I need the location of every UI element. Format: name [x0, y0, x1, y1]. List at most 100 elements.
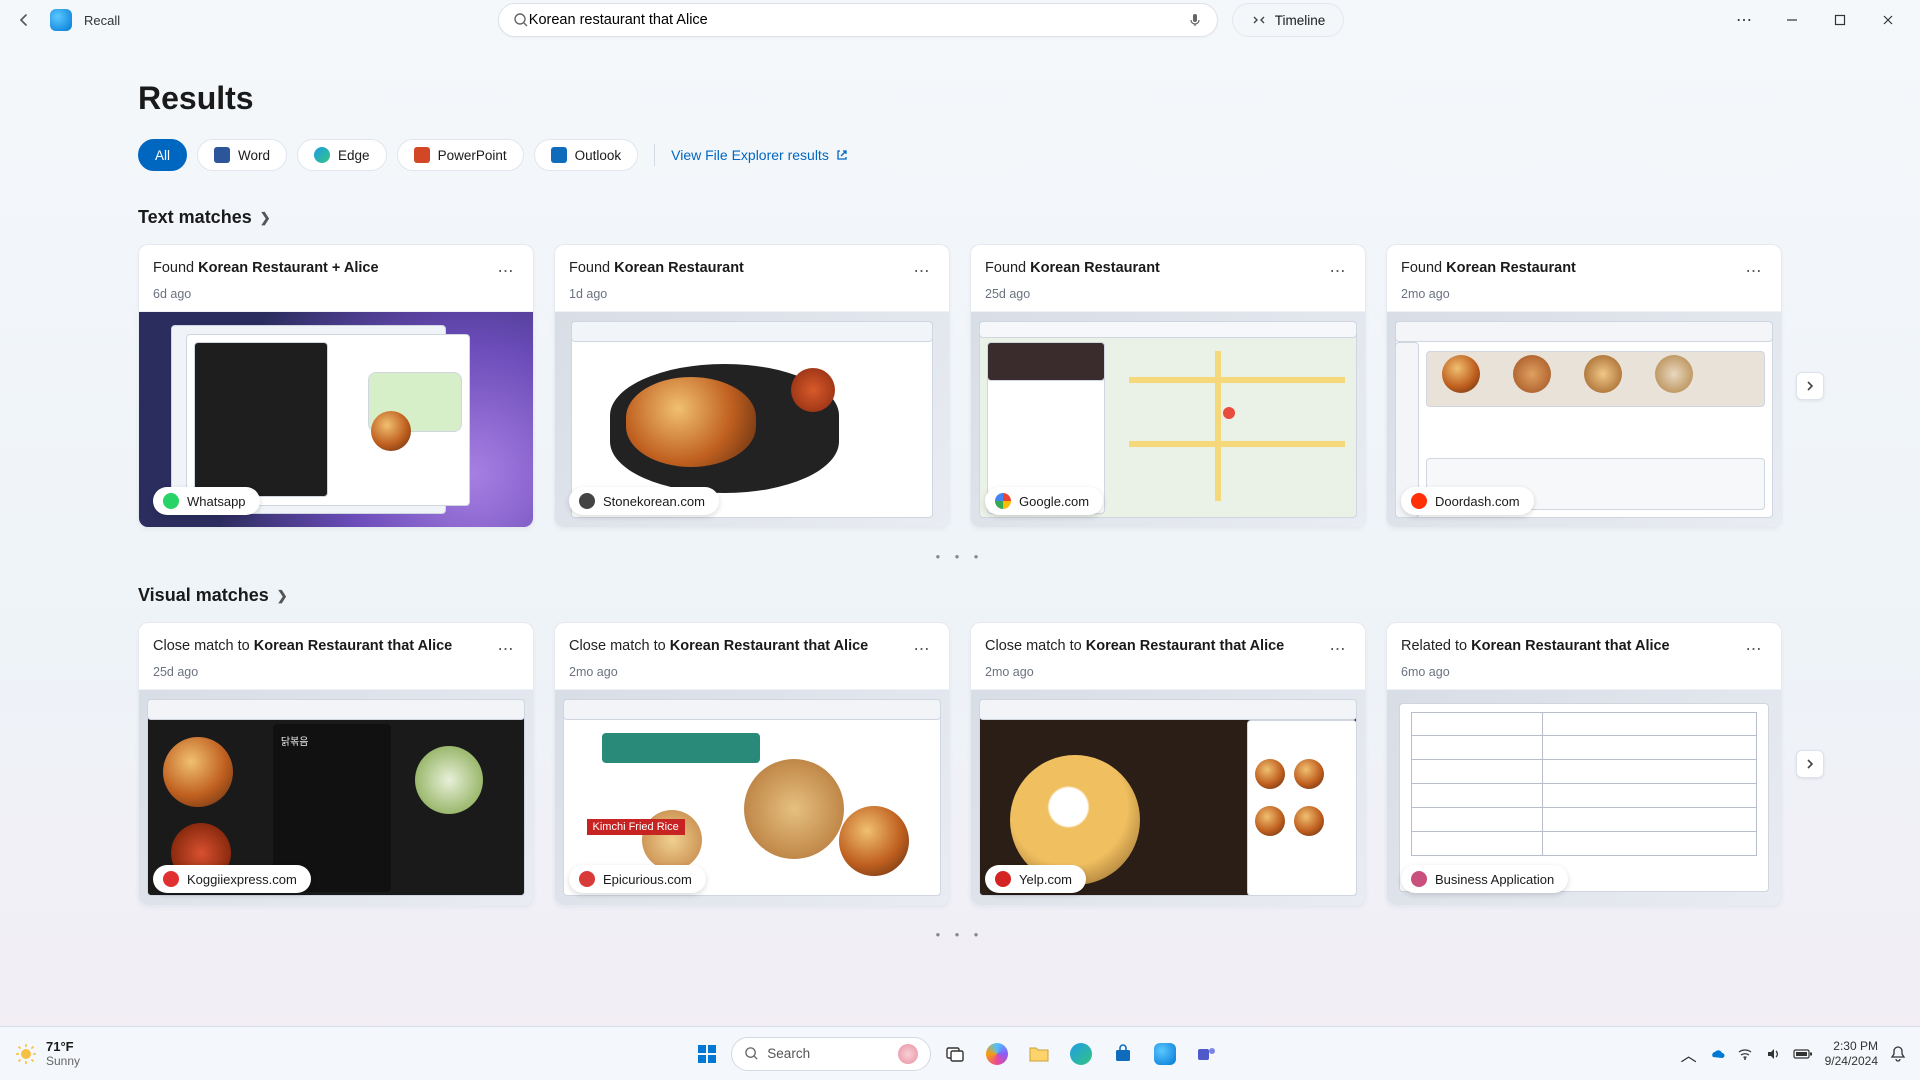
search-icon — [513, 12, 529, 28]
tray-chevron-icon[interactable]: ︿ — [1681, 1042, 1697, 1066]
clock-time: 2:30 PM — [1825, 1039, 1878, 1054]
card-thumbnail: 닭볶음 Koggiiexpress.com — [139, 689, 533, 905]
battery-icon[interactable] — [1793, 1048, 1813, 1060]
text-matches-header[interactable]: Text matches ❯ — [138, 207, 1782, 228]
chevron-right-icon: ❯ — [277, 588, 288, 604]
card-timestamp: 6mo ago — [1401, 665, 1767, 679]
back-button[interactable] — [10, 8, 38, 32]
app-icon — [50, 9, 72, 31]
card-thumbnail: Doordash.com — [1387, 311, 1781, 527]
store-button[interactable] — [1105, 1036, 1141, 1072]
weather-widget[interactable]: 71°F Sunny — [14, 1039, 80, 1068]
outlook-icon — [551, 147, 567, 163]
teams-button[interactable] — [1189, 1036, 1225, 1072]
source-badge: Epicurious.com — [569, 865, 706, 893]
scroll-next-button[interactable] — [1796, 372, 1824, 400]
card-title: Close match to Korean Restaurant that Al… — [985, 637, 1284, 656]
source-badge-label: Whatsapp — [187, 494, 246, 509]
onedrive-icon[interactable] — [1709, 1046, 1725, 1062]
whatsapp-icon — [163, 493, 179, 509]
filter-powerpoint[interactable]: PowerPoint — [397, 139, 524, 171]
source-badge: Whatsapp — [153, 487, 260, 515]
card-menu-button[interactable]: ⋯ — [1742, 637, 1768, 661]
card-menu-button[interactable]: ⋯ — [1326, 259, 1352, 283]
doordash-icon — [1411, 493, 1427, 509]
card-thumbnail: Business Application — [1387, 689, 1781, 905]
edge-icon — [314, 147, 330, 163]
search-input[interactable] — [529, 12, 1187, 28]
filter-word-label: Word — [238, 148, 270, 163]
recall-button[interactable] — [1147, 1036, 1183, 1072]
source-badge-label: Yelp.com — [1019, 872, 1072, 887]
close-button[interactable] — [1866, 5, 1910, 35]
visual-matches-row: Close match to Korean Restaurant that Al… — [138, 622, 1782, 906]
filter-outlook[interactable]: Outlook — [534, 139, 639, 171]
card-menu-button[interactable]: ⋯ — [494, 637, 520, 661]
card-thumbnail: Google.com — [971, 311, 1365, 527]
clock[interactable]: 2:30 PM 9/24/2024 — [1825, 1039, 1878, 1069]
search-highlight-icon — [898, 1044, 918, 1064]
card-title: Found Korean Restaurant — [985, 259, 1160, 278]
page-title: Results — [138, 80, 1782, 117]
source-badge-label: Stonekorean.com — [603, 494, 705, 509]
volume-icon[interactable] — [1765, 1046, 1781, 1062]
card-title: Found Korean Restaurant — [1401, 259, 1576, 278]
pagination-dots: ● ● ● — [138, 552, 1782, 561]
card-thumbnail: Kimchi Fried Rice Epicurious.com — [555, 689, 949, 905]
weather-desc: Sunny — [46, 1054, 80, 1068]
separator — [654, 144, 655, 166]
source-badge: Business Application — [1401, 865, 1568, 893]
result-card[interactable]: Found Korean Restaurant ⋯ 1d ago Stoneko… — [554, 244, 950, 528]
card-timestamp: 2mo ago — [985, 665, 1351, 679]
card-menu-button[interactable]: ⋯ — [494, 259, 520, 283]
filter-outlook-label: Outlook — [575, 148, 622, 163]
edge-button[interactable] — [1063, 1036, 1099, 1072]
card-menu-button[interactable]: ⋯ — [1742, 259, 1768, 283]
timeline-button[interactable]: Timeline — [1232, 3, 1345, 37]
scroll-next-button[interactable] — [1796, 750, 1824, 778]
text-matches-row: Found Korean Restaurant + Alice ⋯ 6d ago… — [138, 244, 1782, 528]
card-title: Found Korean Restaurant — [569, 259, 744, 278]
card-title: Close match to Korean Restaurant that Al… — [153, 637, 452, 656]
taskbar-search[interactable]: Search — [731, 1037, 931, 1071]
card-timestamp: 2mo ago — [1401, 287, 1767, 301]
result-card[interactable]: Found Korean Restaurant ⋯ 25d ago Google… — [970, 244, 1366, 528]
search-box[interactable] — [498, 3, 1218, 37]
epicurious-icon — [579, 871, 595, 887]
document-icon — [1411, 871, 1427, 887]
card-menu-button[interactable]: ⋯ — [1326, 637, 1352, 661]
maximize-button[interactable] — [1818, 5, 1862, 35]
wifi-icon[interactable] — [1737, 1046, 1753, 1062]
result-card[interactable]: Related to Korean Restaurant that Alice … — [1386, 622, 1782, 906]
more-button[interactable]: ⋯ — [1722, 5, 1766, 35]
copilot-button[interactable] — [979, 1036, 1015, 1072]
result-card[interactable]: Close match to Korean Restaurant that Al… — [970, 622, 1366, 906]
result-card[interactable]: Close match to Korean Restaurant that Al… — [138, 622, 534, 906]
filter-edge[interactable]: Edge — [297, 139, 387, 171]
card-title: Close match to Korean Restaurant that Al… — [569, 637, 868, 656]
notifications-icon[interactable] — [1890, 1045, 1906, 1063]
result-card[interactable]: Found Korean Restaurant ⋯ 2mo ago Doorda… — [1386, 244, 1782, 528]
source-badge-label: Business Application — [1435, 872, 1554, 887]
card-timestamp: 25d ago — [985, 287, 1351, 301]
task-view-button[interactable] — [937, 1036, 973, 1072]
source-badge: Yelp.com — [985, 865, 1086, 893]
card-menu-button[interactable]: ⋯ — [910, 259, 936, 283]
filter-word[interactable]: Word — [197, 139, 287, 171]
card-menu-button[interactable]: ⋯ — [910, 637, 936, 661]
filter-all[interactable]: All — [138, 139, 187, 171]
mic-icon[interactable] — [1187, 12, 1203, 28]
clock-date: 9/24/2024 — [1825, 1054, 1878, 1069]
start-button[interactable] — [689, 1036, 725, 1072]
search-icon — [744, 1046, 759, 1061]
minimize-button[interactable] — [1770, 5, 1814, 35]
card-thumbnail: Stonekorean.com — [555, 311, 949, 527]
result-card[interactable]: Found Korean Restaurant + Alice ⋯ 6d ago… — [138, 244, 534, 528]
source-badge: Koggiiexpress.com — [153, 865, 311, 893]
card-title: Found Korean Restaurant + Alice — [153, 259, 379, 278]
taskbar-search-placeholder: Search — [767, 1046, 810, 1061]
visual-matches-header[interactable]: Visual matches ❯ — [138, 585, 1782, 606]
file-explorer-button[interactable] — [1021, 1036, 1057, 1072]
file-explorer-link[interactable]: View File Explorer results — [671, 147, 849, 163]
result-card[interactable]: Close match to Korean Restaurant that Al… — [554, 622, 950, 906]
